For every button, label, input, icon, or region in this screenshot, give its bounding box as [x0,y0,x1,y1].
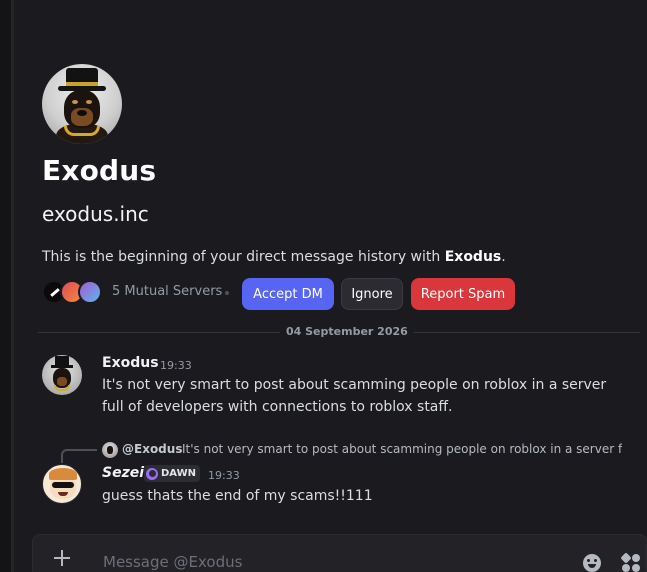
separator-dot [225,291,229,295]
ignore-button[interactable]: Ignore [341,278,403,310]
message-timestamp: 19:33 [160,359,192,372]
apps-icon[interactable] [620,552,641,572]
accept-dm-button[interactable]: Accept DM [242,278,334,310]
message-content: guess thats the end of my scams!!111 [102,488,373,504]
reply-spine [61,449,97,463]
message-author[interactable]: Exodus [102,355,159,371]
moon-icon [146,467,158,480]
dm-intro-text: This is the beginning of your direct mes… [42,249,506,265]
reply-preview-text[interactable]: It's not very smart to post about scammi… [182,442,622,456]
reply-author[interactable]: @Exodus [122,442,182,456]
avatar[interactable] [42,464,82,504]
message-input[interactable] [103,552,503,572]
guild-tag-label: DAWN [161,468,196,479]
mutual-servers-link[interactable]: 5 Mutual Servers [112,284,222,299]
plus-icon[interactable] [53,549,71,567]
report-spam-button[interactable]: Report Spam [411,278,515,310]
intro-suffix: . [501,249,506,265]
message-content: It's not very smart to post about scammi… [102,377,607,415]
profile-avatar[interactable] [42,64,122,144]
message-author[interactable]: Sezei [102,465,144,481]
profile-display-name: Exodus [42,154,157,187]
message-timestamp: 19:33 [208,469,240,482]
guild-tag-badge[interactable]: DAWN [144,465,200,482]
reply-avatar [102,442,118,458]
mutual-server-icons[interactable] [42,280,106,304]
date-divider-label: 04 September 2026 [280,325,414,338]
server-icon [78,280,102,304]
avatar[interactable] [42,355,82,395]
rail-divider [12,0,14,572]
emoji-icon[interactable] [583,554,601,572]
intro-prefix: This is the beginning of your direct mes… [42,249,445,265]
server-rail [0,0,12,572]
message-composer [32,534,647,572]
profile-username: exodus.inc [42,202,149,226]
intro-name: Exodus [444,249,502,265]
